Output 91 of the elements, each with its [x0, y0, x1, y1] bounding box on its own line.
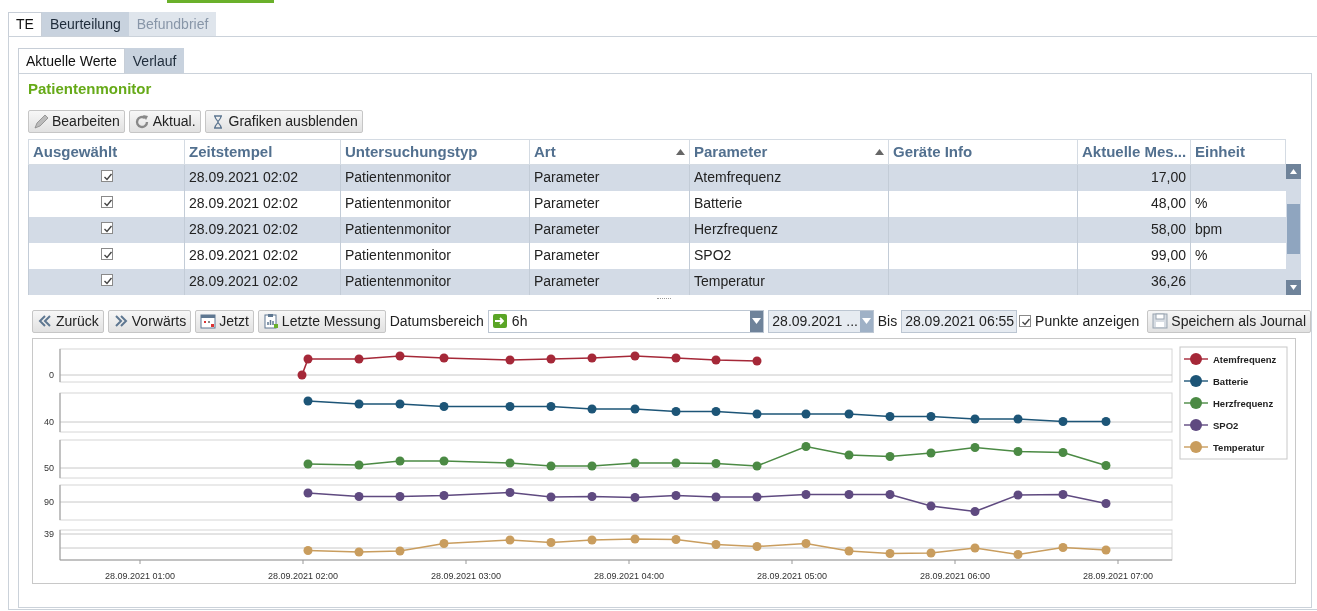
- table-cell: Patientenmonitor: [345, 247, 451, 263]
- check-icon: [103, 225, 112, 233]
- caret-icon: [861, 318, 871, 324]
- check-icon: [103, 199, 112, 207]
- check-icon: [1021, 318, 1031, 326]
- table-cell: 28.09.2021 02:02: [189, 221, 298, 237]
- toolbar-button[interactable]: Jetzt: [195, 309, 254, 333]
- legend-label: Temperatur: [1213, 441, 1265, 452]
- date-field[interactable]: 28.09.2021 06:55: [901, 309, 1018, 333]
- tab[interactable]: Verlauf: [124, 48, 185, 73]
- toolbar-button[interactable]: Aktual.: [128, 110, 201, 133]
- axis-label: 50: [44, 462, 54, 473]
- range-dropdown[interactable]: 6h: [487, 309, 765, 333]
- checkbox[interactable]: [100, 274, 113, 286]
- axis-label: 28.09.2021 03:00: [430, 570, 502, 581]
- checkbox[interactable]: [100, 170, 113, 183]
- tab[interactable]: Aktuelle Werte: [18, 48, 125, 73]
- triangle-up-icon: [1290, 169, 1297, 174]
- toolbar-button[interactable]: Letzte Messung: [257, 309, 386, 333]
- scroll-up-button[interactable]: [1286, 164, 1301, 179]
- table-cell: %: [1195, 195, 1208, 211]
- table-cell: 28.09.2021 02:02: [189, 169, 298, 186]
- clipboard-chart-icon: [262, 313, 279, 329]
- table-cell: 28.09.2021 02:02: [189, 273, 298, 289]
- axis-label: 90: [44, 496, 54, 507]
- table-cell: 28.09.2021 02:02: [189, 247, 298, 263]
- axis-label: 40: [44, 416, 54, 427]
- axis-label: 28.09.2021 07:00: [1082, 570, 1154, 581]
- caret-icon: [752, 318, 762, 324]
- tab[interactable]: TE: [8, 12, 42, 36]
- legend-label: Atemfrequenz: [1213, 353, 1277, 364]
- table-cell: Patientenmonitor: [345, 221, 451, 237]
- tab[interactable]: Beurteilung: [41, 12, 129, 36]
- field-label: Bis: [877, 311, 898, 331]
- legend-label: Batterie: [1213, 375, 1249, 386]
- table-cell: Patientenmonitor: [345, 195, 451, 211]
- check-icon: [103, 277, 112, 285]
- table-cell: Patientenmonitor: [345, 169, 451, 186]
- table-cell: 48,00: [1150, 195, 1186, 211]
- table-cell: Temperatur: [694, 273, 765, 289]
- field-label: Datumsbereich: [389, 311, 484, 331]
- table-cell: 17,00: [1150, 169, 1186, 186]
- checkbox[interactable]: Punkte anzeigen: [1019, 310, 1140, 332]
- check-icon: [103, 251, 112, 259]
- checkbox[interactable]: [100, 248, 113, 260]
- legend-label: Herzfrequenz: [1213, 397, 1274, 408]
- scroll-down-button[interactable]: [1286, 279, 1301, 295]
- double-chevron-right-icon: [112, 313, 129, 329]
- axis-label: 0: [49, 369, 54, 380]
- refresh-icon: [133, 113, 150, 130]
- axis-label: 28.09.2021 05:00: [756, 570, 828, 581]
- table-cell: Batterie: [694, 195, 743, 211]
- table-cell: 99,00: [1150, 247, 1186, 263]
- axis-label: 39: [44, 528, 54, 539]
- table-cell: 28.09.2021 02:02: [189, 195, 298, 211]
- table-cell: 58,00: [1150, 221, 1186, 237]
- table-cell: bpm: [1195, 221, 1223, 237]
- scrollbar[interactable]: [1286, 164, 1301, 295]
- check-icon: [103, 173, 112, 181]
- table-cell: Parameter: [534, 169, 600, 186]
- pencil-icon: [33, 113, 49, 130]
- table-cell: SPO2: [694, 247, 732, 263]
- table-cell: Atemfrequenz: [694, 169, 782, 186]
- table-cell: Patientenmonitor: [345, 273, 451, 289]
- table-cell: Parameter: [534, 221, 600, 237]
- section-title: Patientenmonitor: [28, 79, 153, 99]
- scroll-thumb[interactable]: [1287, 204, 1300, 255]
- checkbox[interactable]: [100, 222, 113, 234]
- toolbar-button[interactable]: Grafiken ausblenden: [204, 110, 363, 133]
- table-cell: 36,26: [1150, 273, 1186, 289]
- axis-label: 28.09.2021 06:00: [919, 570, 991, 581]
- splitter-handle[interactable]: [657, 298, 671, 299]
- toolbar-button[interactable]: Zurück: [32, 309, 104, 333]
- table-cell: Parameter: [534, 247, 600, 263]
- toolbar-button[interactable]: Bearbeiten: [28, 110, 125, 133]
- table-cell: Parameter: [534, 273, 600, 289]
- toolbar-button[interactable]: Vorwärts: [107, 309, 192, 333]
- double-chevron-left-icon: [37, 313, 53, 329]
- triangle-down-icon: [1290, 284, 1297, 290]
- checkbox[interactable]: [100, 196, 113, 208]
- table-cell: Herzfrequenz: [694, 221, 779, 237]
- axis-label: 28.09.2021 02:00: [267, 570, 339, 581]
- save-button[interactable]: Speichern als Journal: [1147, 309, 1311, 333]
- axis-label: 28.09.2021 04:00: [593, 570, 665, 581]
- date-field[interactable]: 28.09.2021 ...: [768, 309, 874, 333]
- table-cell: %: [1195, 247, 1208, 263]
- calendar-icon: [200, 313, 217, 329]
- table-cell: Parameter: [534, 195, 600, 211]
- column-header[interactable]: Art: [534, 140, 556, 164]
- legend-label: SPO2: [1213, 419, 1239, 430]
- axis-label: 28.09.2021 01:00: [104, 570, 176, 581]
